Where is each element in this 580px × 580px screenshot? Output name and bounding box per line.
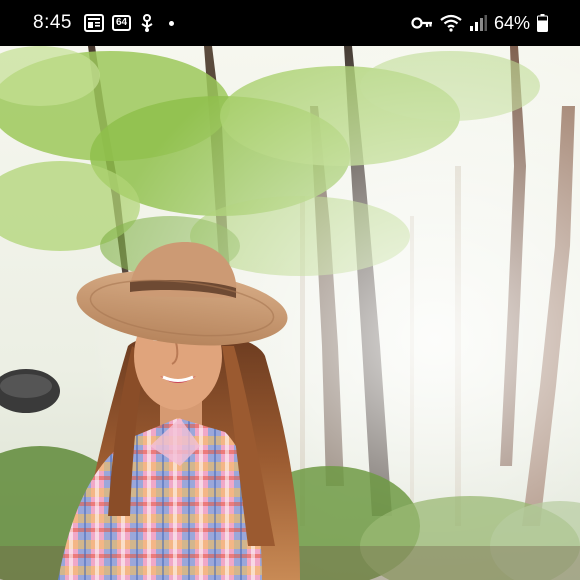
photo-image <box>0 46 580 580</box>
status-bar-left: 8:45 64 <box>33 0 175 46</box>
vpn-key-icon <box>411 16 433 30</box>
battery-icon <box>537 14 548 32</box>
clock: 8:45 <box>33 12 72 33</box>
badge-64-icon: 64 <box>111 15 132 31</box>
more-dot-icon <box>169 20 175 26</box>
news-icon <box>83 14 104 32</box>
status-bar-right: 64% <box>411 0 548 46</box>
status-bar: 8:45 64 64% <box>0 0 580 46</box>
phone-screen: 8:45 64 64% <box>0 0 580 580</box>
usb-icon <box>139 14 155 32</box>
wifi-icon <box>440 14 462 32</box>
battery-percent: 64% <box>493 12 530 33</box>
photo-viewer[interactable] <box>0 46 580 580</box>
signal-icon <box>469 14 487 32</box>
